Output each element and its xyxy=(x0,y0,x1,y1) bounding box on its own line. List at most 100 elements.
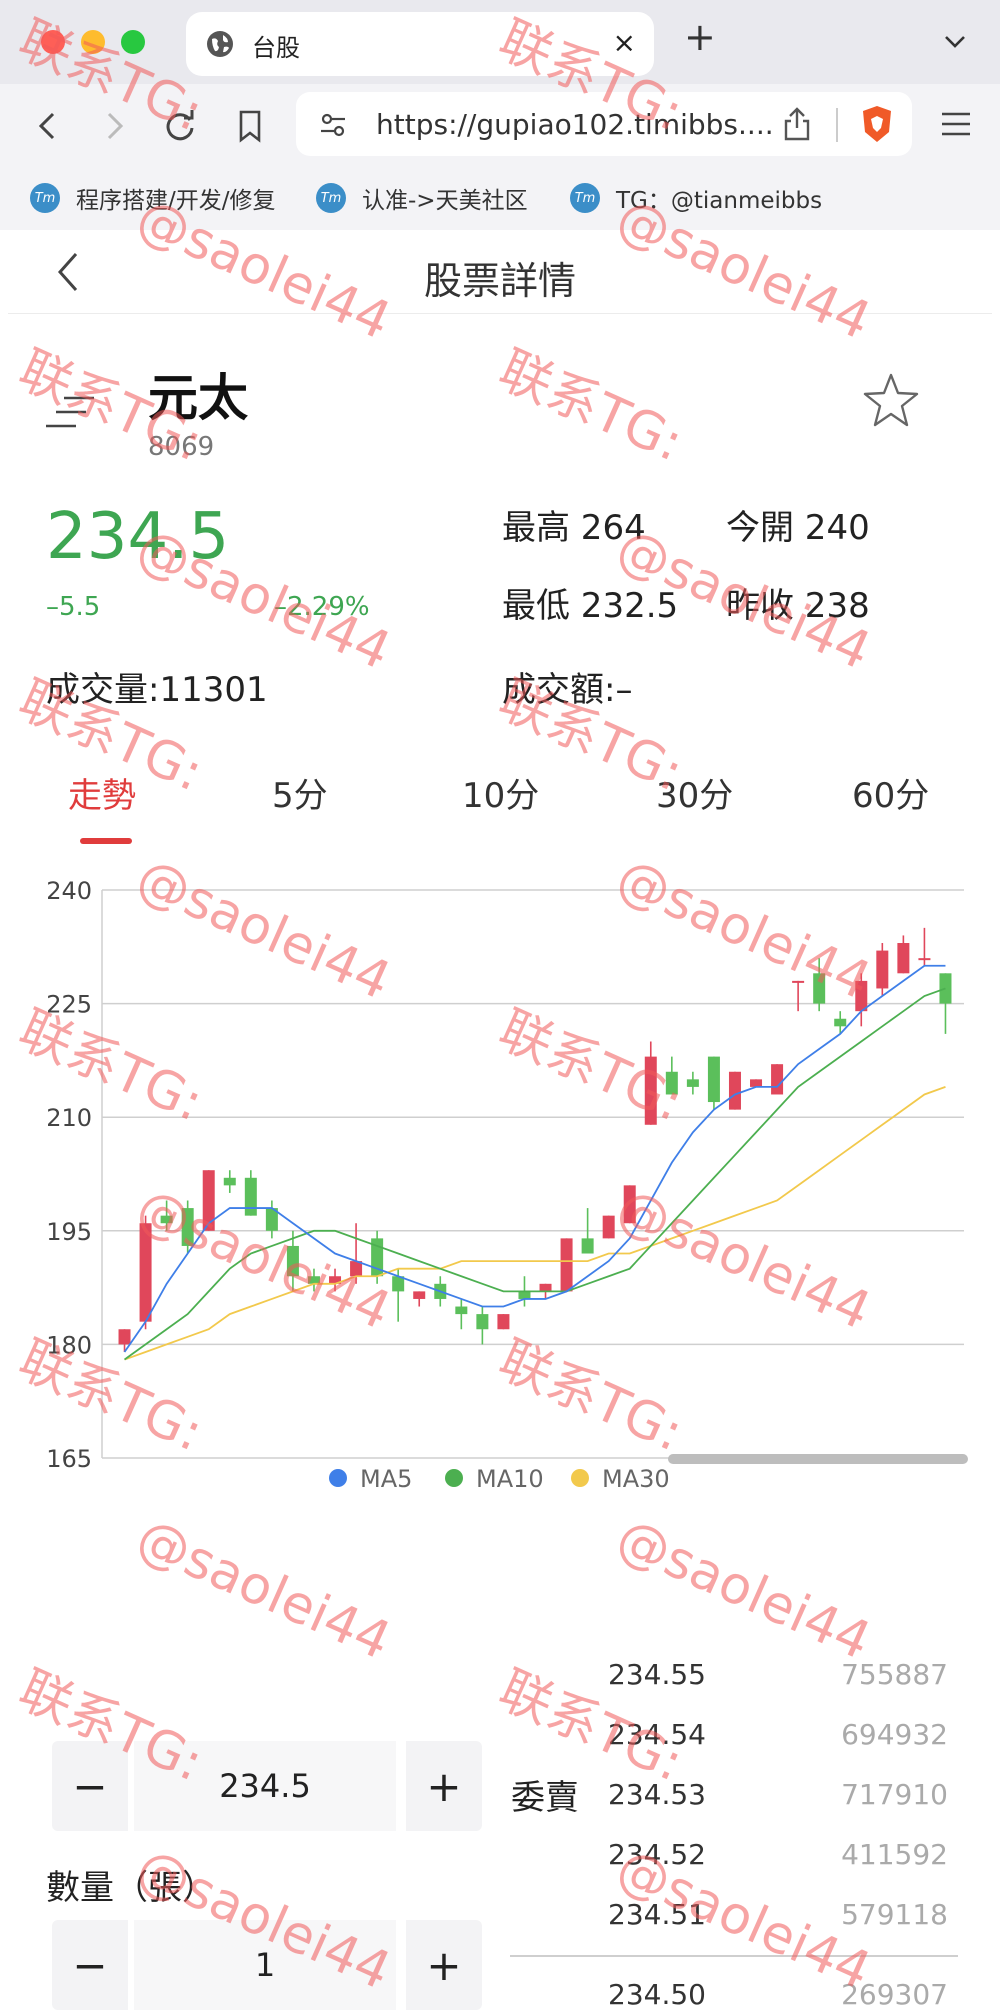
minimize-window-button[interactable] xyxy=(81,30,105,54)
page-title: 股票詳情 xyxy=(423,259,576,303)
y-tick-label: 165 xyxy=(46,1445,92,1473)
order-book-row: 234.55 755887 xyxy=(608,1658,948,1698)
quantity-minus-button[interactable]: − xyxy=(52,1920,128,2010)
legend-label: MA10 xyxy=(476,1465,544,1490)
candle-body xyxy=(876,950,889,989)
candle-body xyxy=(539,1283,552,1292)
y-tick-label: 210 xyxy=(46,1104,92,1132)
share-icon[interactable] xyxy=(782,106,812,142)
forward-arrow-icon[interactable] xyxy=(94,106,134,146)
legend-dot xyxy=(445,1469,463,1487)
candle-body xyxy=(244,1177,257,1216)
ask-price: 234.51 xyxy=(608,1898,706,1931)
bookmark-label: 程序搭建/开发/修复 xyxy=(76,188,276,214)
bookmark-label: TG：@tianmeibbs xyxy=(616,188,823,214)
tab-title: 台股 xyxy=(252,34,300,62)
candle-body xyxy=(750,1079,763,1087)
candle-body xyxy=(834,1018,847,1027)
low-price: 最低 232.5 xyxy=(502,586,679,626)
tab-30min[interactable]: 30分 xyxy=(656,768,733,817)
candle-body xyxy=(581,1238,594,1254)
bookmark-icon[interactable] xyxy=(230,106,270,146)
prev-close-price: 昨收 238 xyxy=(726,586,870,626)
url-divider xyxy=(836,108,838,142)
url-text[interactable]: https://gupiao102.timibbs.... xyxy=(376,108,774,141)
tm-logo-icon: Tm xyxy=(30,183,60,213)
new-tab-button[interactable]: + xyxy=(684,18,716,56)
candle-body xyxy=(286,1245,299,1277)
ask-price: 234.55 xyxy=(608,1658,706,1691)
candle-body xyxy=(686,1079,699,1087)
y-tick-label: 225 xyxy=(46,991,92,1019)
candle-body xyxy=(728,1071,741,1110)
tm-logo-icon: Tm xyxy=(316,183,346,213)
ask-price: 234.53 xyxy=(608,1778,706,1811)
address-bar[interactable]: https://gupiao102.timibbs.... xyxy=(296,92,912,156)
close-window-button[interactable] xyxy=(41,30,65,54)
tab-10min[interactable]: 10分 xyxy=(462,768,539,817)
tab-60min[interactable]: 60分 xyxy=(852,768,929,817)
candle-body xyxy=(602,1215,615,1239)
quantity-label: 數量（張） xyxy=(46,1868,216,1908)
tab-close-button[interactable]: × xyxy=(613,26,636,59)
reload-icon[interactable] xyxy=(160,106,200,146)
candle-body xyxy=(897,943,910,974)
star-icon[interactable] xyxy=(862,372,920,428)
hamburger-menu-icon[interactable] xyxy=(940,110,972,138)
ask-price: 234.52 xyxy=(608,1838,706,1871)
candle-body xyxy=(792,980,805,983)
period-tabs: 走勢 5分 10分 30分 60分 xyxy=(8,760,992,840)
legend-label: MA30 xyxy=(602,1465,670,1490)
volume: 成交量:11301 xyxy=(46,670,268,710)
active-tab-indicator xyxy=(80,838,132,844)
quantity-input[interactable]: 1 xyxy=(134,1920,396,2010)
price-input[interactable]: 234.5 xyxy=(134,1741,396,1831)
back-arrow-icon[interactable] xyxy=(28,106,68,146)
stock-name: 元太 xyxy=(148,369,248,427)
candle-body xyxy=(560,1238,573,1292)
kline-chart[interactable]: 240 225 210 195 180 165 MA5 MA10 MA30 xyxy=(8,850,992,1490)
order-book-row: 234.53 717910 xyxy=(608,1778,948,1818)
ask-quantity: 717910 xyxy=(841,1778,948,1811)
tab-5min[interactable]: 5分 xyxy=(272,768,328,817)
quantity-stepper[interactable]: − 1 + xyxy=(52,1920,482,2010)
quantity-plus-button[interactable]: + xyxy=(406,1920,482,2010)
bookmark-item[interactable]: Tm TG：@tianmeibbs xyxy=(570,178,822,218)
candle-body xyxy=(139,1223,152,1322)
legend-label: MA5 xyxy=(360,1465,412,1490)
y-tick-label: 180 xyxy=(46,1331,92,1359)
candle-body xyxy=(223,1177,236,1186)
order-book-row: 234.50 269307 xyxy=(608,1978,948,2014)
bookmarks-bar: Tm 程序搭建/开发/修复 Tm 认准->天美社区 Tm TG：@tianmei… xyxy=(0,168,1000,230)
candle-body xyxy=(771,1064,784,1095)
price-change: –5.5 xyxy=(46,592,101,622)
price-minus-button[interactable]: − xyxy=(52,1741,128,1831)
maximize-window-button[interactable] xyxy=(121,30,145,54)
ask-quantity: 411592 xyxy=(841,1838,948,1871)
ask-quantity: 755887 xyxy=(841,1658,948,1691)
candle-body xyxy=(307,1276,320,1284)
browser-tab[interactable]: 台股 × xyxy=(186,12,654,76)
chart-scrollbar xyxy=(668,1454,968,1464)
site-settings-icon[interactable] xyxy=(318,110,348,140)
order-book-divider xyxy=(510,1955,958,1957)
candle-body xyxy=(455,1306,468,1315)
candle-body xyxy=(665,1071,678,1095)
bookmark-item[interactable]: Tm 认准->天美社区 xyxy=(316,178,528,218)
candle-body xyxy=(518,1291,531,1299)
candle-body xyxy=(939,973,952,1004)
bookmark-label: 认准->天美社区 xyxy=(362,188,528,214)
brave-shield-icon[interactable] xyxy=(858,104,896,144)
ask-price: 234.54 xyxy=(608,1718,706,1751)
high-price: 最高 264 xyxy=(502,508,646,548)
price-stepper[interactable]: − 234.5 + xyxy=(52,1741,482,1831)
bookmark-item[interactable]: Tm 程序搭建/开发/修复 xyxy=(30,178,276,218)
menu-icon[interactable] xyxy=(46,378,96,438)
chevron-down-icon[interactable] xyxy=(942,28,968,54)
order-book-row: 234.51 579118 xyxy=(608,1898,948,1938)
tm-logo-icon: Tm xyxy=(570,183,600,213)
price-change-percent: –2.29% xyxy=(274,592,370,622)
price-plus-button[interactable]: + xyxy=(406,1741,482,1831)
tab-trend[interactable]: 走勢 xyxy=(68,768,136,817)
browser-tab-bar: 台股 × + xyxy=(0,0,1000,84)
